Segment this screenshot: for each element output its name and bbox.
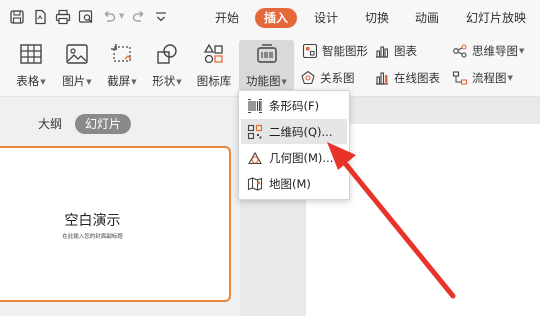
mindmap-label: 思维导图 — [472, 44, 518, 58]
undo-icon[interactable] — [98, 6, 120, 28]
shapes-button[interactable]: 形状▼ — [147, 40, 187, 92]
online-chart-icon — [376, 72, 388, 85]
print-preview-icon[interactable] — [75, 6, 97, 28]
map-icon — [247, 176, 263, 191]
icon-library-button[interactable]: 图标库 — [193, 40, 235, 92]
smartart-icon — [302, 43, 318, 59]
customize-icon[interactable] — [150, 6, 172, 28]
tab-animation[interactable]: 动画 — [415, 8, 439, 28]
tab-slides[interactable]: 幻灯片 — [75, 114, 132, 134]
screenshot-label: 截屏 — [107, 74, 131, 88]
picture-icon — [66, 44, 88, 64]
print-icon[interactable] — [52, 6, 74, 28]
flowchart-icon — [452, 71, 468, 85]
export-pdf-icon[interactable] — [29, 6, 51, 28]
chart-icon — [376, 46, 389, 58]
online-chart-button[interactable]: 在线图表 — [374, 68, 440, 88]
menu-item-label: 几何图(M)... — [269, 150, 334, 165]
mindmap-button[interactable]: 思维导图 ▼ — [452, 41, 524, 61]
menu-item-map[interactable]: 地图(M) — [241, 171, 347, 196]
table-label: 表格 — [16, 74, 40, 88]
relationship-label: 关系图 — [320, 71, 355, 85]
flowchart-label: 流程图 — [472, 71, 507, 85]
thumbnail-title: 空白演示 — [64, 213, 121, 229]
barcode-icon — [248, 98, 262, 113]
picture-button[interactable]: 图片▼ — [58, 40, 96, 92]
menu-item-qrcode[interactable]: 二维码(Q)... — [241, 119, 347, 144]
shapes-icon — [157, 44, 177, 64]
slide-thumbnail[interactable]: 空白演示 在此输入您的封面副标题 — [0, 146, 231, 302]
geometry-icon — [248, 151, 262, 164]
tab-outline[interactable]: 大纲 — [38, 114, 62, 134]
screenshot-icon — [111, 44, 132, 62]
icon-library-label: 图标库 — [196, 74, 232, 88]
redo-icon[interactable] — [128, 6, 150, 28]
picture-label: 图片 — [62, 74, 86, 88]
thumbnail-subtitle: 在此输入您的封面副标题 — [62, 234, 123, 240]
menu-item-geometry[interactable]: 几何图(M)... — [241, 145, 347, 170]
mindmap-icon — [453, 44, 467, 58]
tab-start[interactable]: 开始 — [215, 8, 239, 28]
online-chart-label: 在线图表 — [394, 71, 440, 85]
menu-item-label: 条形码(F) — [269, 98, 320, 113]
chart-label: 图表 — [394, 44, 417, 58]
smartart-button[interactable]: 智能图形 — [302, 41, 368, 61]
shapes-label: 形状 — [152, 74, 176, 88]
flowchart-button[interactable]: 流程图 ▼ — [452, 68, 513, 88]
screenshot-button[interactable]: 截屏▼ — [103, 40, 141, 92]
tab-insert[interactable]: 插入 — [255, 8, 298, 28]
chart-button[interactable]: 图表 — [374, 41, 417, 61]
relationship-button[interactable]: 关系图 — [300, 68, 355, 88]
undo-dropdown-icon[interactable]: ▼ — [119, 12, 124, 20]
menu-item-label: 二维码(Q)... — [269, 124, 333, 139]
function-chart-icon — [256, 44, 277, 63]
table-button[interactable]: 表格▼ — [12, 40, 50, 92]
save-icon[interactable] — [6, 6, 28, 28]
tab-slideshow[interactable]: 幻灯片放映 — [466, 8, 526, 28]
function-chart-dropdown: 条形码(F) 二维码(Q)... 几何图(M)... 地图(M) — [238, 90, 350, 200]
smartart-label: 智能图形 — [322, 44, 368, 58]
table-icon — [20, 44, 42, 64]
menu-item-label: 地图(M) — [269, 176, 311, 191]
function-chart-button[interactable]: 功能图▼ — [239, 40, 294, 92]
relationship-icon — [301, 70, 315, 85]
icon-library-icon — [203, 43, 223, 64]
function-chart-label: 功能图 — [246, 74, 281, 88]
menu-item-barcode[interactable]: 条形码(F) — [241, 93, 347, 118]
qrcode-icon — [247, 124, 263, 139]
tab-design[interactable]: 设计 — [314, 8, 338, 28]
tab-transition[interactable]: 切换 — [365, 8, 389, 28]
